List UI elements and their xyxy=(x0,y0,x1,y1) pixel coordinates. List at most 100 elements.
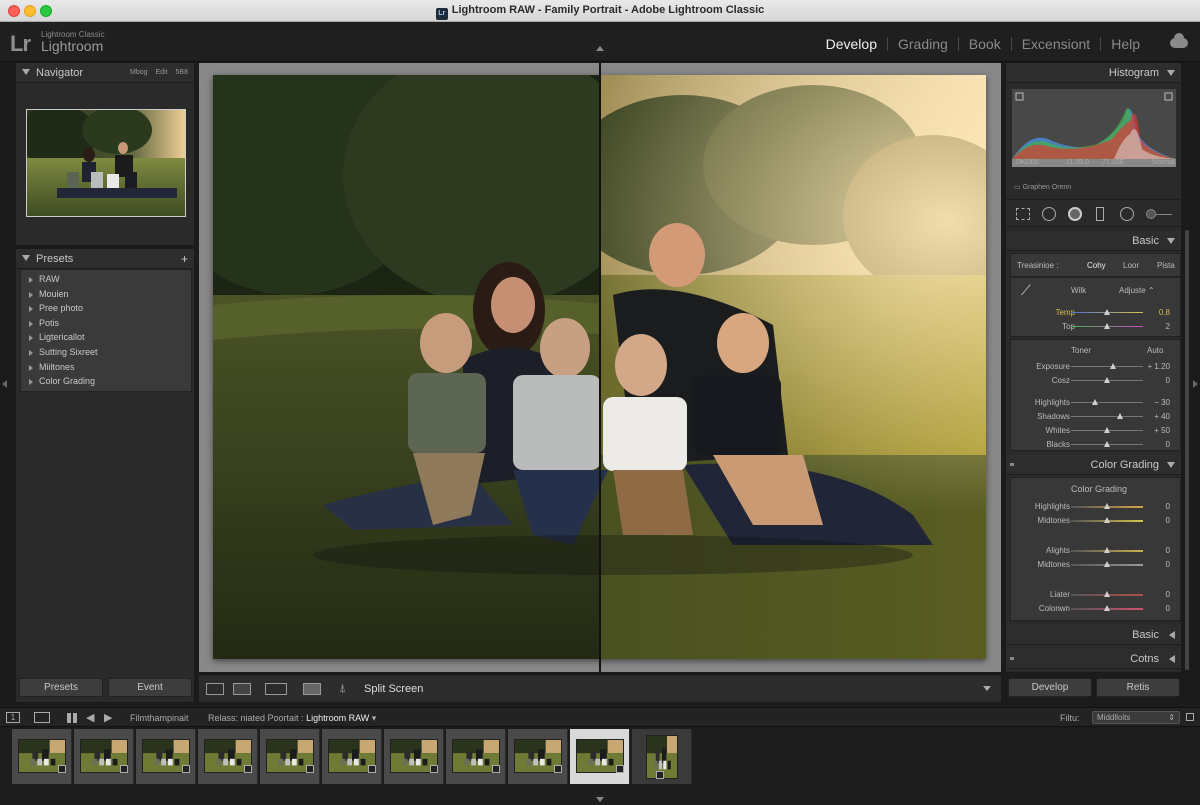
filmstrip-thumb-selected[interactable] xyxy=(570,729,630,784)
color-grading-slider[interactable]: Alights 0 xyxy=(1011,544,1182,558)
preset-item[interactable]: Mouien xyxy=(21,287,191,302)
crop-tool-icon[interactable] xyxy=(1016,208,1030,220)
loupe-view-icon[interactable] xyxy=(233,683,251,695)
flag-checkbox-icon[interactable] xyxy=(554,765,562,773)
filmstrip-thumb[interactable] xyxy=(136,729,196,784)
forward-arrow-icon[interactable]: ▶ xyxy=(104,711,112,724)
filmstrip-path[interactable]: Relass: niated Poortait : Lightroom RAW … xyxy=(208,713,376,724)
nav-option-zoom[interactable]: 5B8 xyxy=(176,69,188,76)
radial-filter-icon[interactable] xyxy=(1120,207,1134,221)
event-button[interactable]: Event xyxy=(108,678,192,697)
wb-dropdown[interactable]: Adjuste ⌃ xyxy=(1119,286,1155,295)
module-book[interactable]: Book xyxy=(957,37,1011,51)
pin-icon[interactable]: ⍋ xyxy=(339,681,346,696)
back-arrow-icon[interactable]: ◀ xyxy=(86,711,94,724)
filmstrip-thumb[interactable] xyxy=(322,729,382,784)
treatment-other[interactable]: Pista xyxy=(1157,261,1175,270)
tone-slider[interactable]: Highlights − 30 xyxy=(1011,396,1182,410)
flag-checkbox-icon[interactable] xyxy=(58,765,66,773)
filter-dropdown[interactable]: Middlloits ⇕ xyxy=(1092,711,1180,724)
filmstrip-thumb[interactable] xyxy=(446,729,506,784)
nav-option-fit[interactable]: Mbog xyxy=(130,69,148,76)
flag-checkbox-icon[interactable] xyxy=(656,771,664,779)
collapse-filmstrip-icon[interactable] xyxy=(596,797,604,802)
tone-slider[interactable]: Cosz 0 xyxy=(1011,374,1182,388)
preset-item[interactable]: RAW xyxy=(21,272,191,287)
slider-knob[interactable] xyxy=(1104,427,1110,433)
navigator-preview[interactable] xyxy=(26,109,186,217)
slider-knob[interactable] xyxy=(1104,591,1110,597)
slider-knob[interactable] xyxy=(1110,363,1116,369)
collapse-top-panel-icon[interactable] xyxy=(596,46,604,51)
filmstrip-thumb[interactable] xyxy=(198,729,258,784)
before-after-icon[interactable] xyxy=(265,683,287,695)
module-help[interactable]: Help xyxy=(1100,37,1150,51)
tone-slider[interactable]: Whites + 50 xyxy=(1011,424,1182,438)
slider-knob[interactable] xyxy=(1104,503,1110,509)
presets-button[interactable]: Presets xyxy=(19,678,103,697)
compare-view-icon[interactable] xyxy=(303,683,321,695)
right-panel-scrollbar[interactable] xyxy=(1185,230,1189,670)
slider-knob[interactable] xyxy=(1104,517,1110,523)
preset-item[interactable]: Sutting Sixreet xyxy=(21,345,191,360)
preset-item[interactable]: Pree photo xyxy=(21,301,191,316)
module-grading[interactable]: Grading xyxy=(886,37,958,51)
histogram[interactable]: DKD00 11.35.0 77.10E Normal xyxy=(1012,89,1176,167)
redeye-icon[interactable] xyxy=(1068,207,1082,221)
module-excensiont[interactable]: Excensiont xyxy=(1010,37,1100,51)
split-divider[interactable] xyxy=(599,63,601,672)
color-grading-header[interactable]: Color Grading xyxy=(1006,455,1181,475)
tone-slider[interactable]: Shadows + 40 xyxy=(1011,410,1182,424)
tone-slider[interactable]: Exposure + 1.20 xyxy=(1011,360,1182,374)
grid-icon[interactable] xyxy=(67,713,77,723)
panel-switch-icon[interactable] xyxy=(1010,463,1014,466)
slider-knob[interactable] xyxy=(1104,441,1110,447)
slider-knob[interactable] xyxy=(1092,399,1098,405)
tint-knob[interactable] xyxy=(1104,323,1110,329)
color-grading-slider[interactable]: Liater 0 xyxy=(1011,588,1182,602)
slider-knob[interactable] xyxy=(1104,605,1110,611)
filmstrip-thumb[interactable] xyxy=(260,729,320,784)
flag-checkbox-icon[interactable] xyxy=(368,765,376,773)
cloud-sync-icon[interactable] xyxy=(1170,33,1188,48)
grid-view-icon[interactable] xyxy=(206,683,224,695)
collapsed-cotns-header[interactable]: Cotns xyxy=(1006,649,1181,669)
main-window-icon[interactable]: 1 xyxy=(6,712,20,723)
flag-checkbox-icon[interactable] xyxy=(492,765,500,773)
wb-eyedropper-icon[interactable]: ⟋ xyxy=(1021,282,1031,299)
color-grading-slider[interactable]: Midtones 0 xyxy=(1011,558,1182,572)
basic-header[interactable]: Basic xyxy=(1006,231,1181,251)
collapse-left-panel-icon[interactable] xyxy=(2,380,7,388)
filmstrip-thumb[interactable] xyxy=(384,729,444,784)
module-develop[interactable]: Develop xyxy=(816,37,887,51)
preset-item[interactable]: Ligtericallot xyxy=(21,330,191,345)
graduated-filter-icon[interactable] xyxy=(1096,207,1104,221)
collapse-right-panel-icon[interactable] xyxy=(1193,380,1198,388)
temp-knob[interactable] xyxy=(1104,309,1110,315)
preset-item[interactable]: Miiltones xyxy=(21,360,191,375)
toolbar-menu-chevron-icon[interactable] xyxy=(983,686,991,691)
collapsed-basic-header[interactable]: Basic xyxy=(1006,625,1181,645)
presets-header[interactable]: Presets + xyxy=(16,249,194,269)
filmstrip-thumb[interactable] xyxy=(632,729,692,784)
filmstrip-thumb[interactable] xyxy=(12,729,72,784)
auto-tone-button[interactable]: Auto xyxy=(1147,346,1163,355)
flag-checkbox-icon[interactable] xyxy=(182,765,190,773)
filmstrip-thumb[interactable] xyxy=(74,729,134,784)
develop-button[interactable]: Develop xyxy=(1008,678,1092,697)
navigator-header[interactable]: Navigator Mbog Edit 5B8 xyxy=(16,63,194,83)
slider-knob[interactable] xyxy=(1104,561,1110,567)
color-grading-slider[interactable]: Highlights 0 xyxy=(1011,500,1182,514)
nav-option-fill[interactable]: Edit xyxy=(156,69,168,76)
panel-switch-icon[interactable] xyxy=(1010,657,1014,660)
flag-checkbox-icon[interactable] xyxy=(244,765,252,773)
filter-lock-icon[interactable] xyxy=(1186,713,1194,721)
reset-button[interactable]: Retis xyxy=(1096,678,1180,697)
flag-checkbox-icon[interactable] xyxy=(430,765,438,773)
tint-slider[interactable]: Top 2 xyxy=(1011,320,1182,334)
slider-knob[interactable] xyxy=(1104,547,1110,553)
treatment-color[interactable]: Cohy xyxy=(1087,261,1106,270)
flag-checkbox-icon[interactable] xyxy=(306,765,314,773)
temp-slider[interactable]: Temp 0.8 xyxy=(1011,306,1182,320)
treatment-bw[interactable]: Loor xyxy=(1123,261,1139,270)
